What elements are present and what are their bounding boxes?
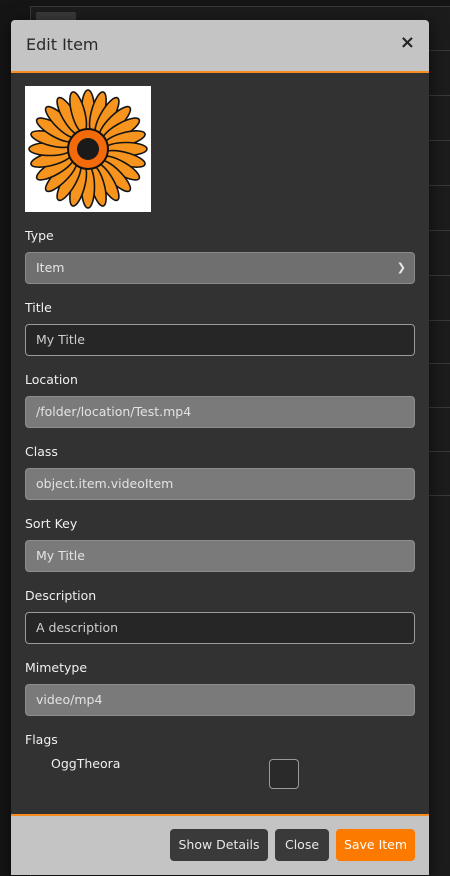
- flags-label: Flags: [25, 732, 58, 747]
- type-label: Type: [25, 228, 54, 243]
- modal-body: Type Item ❯ Title My Title Location /fol…: [11, 73, 429, 796]
- flag-name-oggtheora: OggTheora: [51, 756, 121, 771]
- class-input[interactable]: object.item.videoItem: [25, 468, 415, 500]
- close-icon[interactable]: ×: [400, 33, 415, 53]
- type-select[interactable]: Item ❯: [25, 252, 415, 284]
- sort-key-label: Sort Key: [25, 516, 78, 531]
- type-select-value: Item: [36, 260, 65, 275]
- modal-footer: Show Details Close Save Item: [11, 814, 429, 875]
- location-label: Location: [25, 372, 78, 387]
- background-row-divider: [428, 451, 450, 452]
- background-row-divider: [428, 363, 450, 364]
- background-row-divider: [428, 140, 450, 141]
- title-input[interactable]: My Title: [25, 324, 415, 356]
- close-button[interactable]: Close: [275, 829, 329, 861]
- background-row-divider: [428, 230, 450, 231]
- class-label: Class: [25, 444, 58, 459]
- save-item-button[interactable]: Save Item: [336, 829, 415, 861]
- background-row-divider: [428, 275, 450, 276]
- title-label: Title: [25, 300, 52, 315]
- modal-header: Edit Item ×: [11, 20, 429, 73]
- background-row-divider: [428, 495, 450, 496]
- sort-key-input[interactable]: My Title: [25, 540, 415, 572]
- flag-row: OggTheora: [25, 756, 415, 796]
- orange-daisy-thumbnail: [25, 86, 151, 212]
- flag-checkbox-oggtheora[interactable]: [269, 759, 299, 789]
- background-row-divider: [428, 185, 450, 186]
- background-row-divider: [428, 95, 450, 96]
- location-input[interactable]: /folder/location/Test.mp4: [25, 396, 415, 428]
- show-details-button[interactable]: Show Details: [170, 829, 268, 861]
- description-input[interactable]: A description: [25, 612, 415, 644]
- mimetype-input[interactable]: video/mp4: [25, 684, 415, 716]
- background-row-divider: [428, 320, 450, 321]
- mimetype-label: Mimetype: [25, 660, 88, 675]
- chevron-down-icon: ❯: [396, 261, 406, 274]
- background-row-divider: [428, 407, 450, 408]
- edit-item-modal: Edit Item × Type Item ❯ Title My Title L…: [11, 20, 429, 875]
- background-row-divider: [428, 50, 450, 51]
- description-label: Description: [25, 588, 97, 603]
- modal-title: Edit Item: [26, 35, 99, 54]
